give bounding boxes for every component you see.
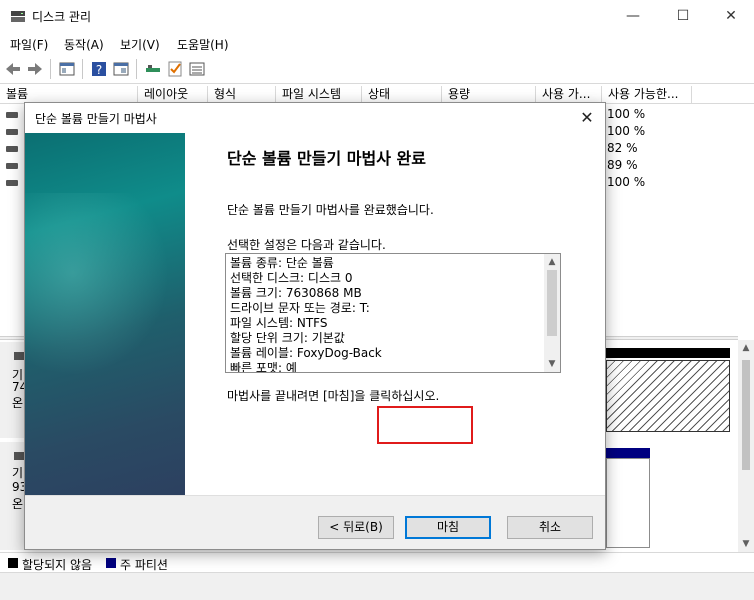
close-button[interactable]: ✕ (708, 0, 754, 32)
properties-icon[interactable] (112, 60, 130, 78)
free-percent-cell: 100 % (607, 175, 646, 189)
wizard-banner-image (25, 133, 185, 495)
dialog-footer: < 뒤로(B) 마침 취소 (25, 495, 605, 549)
disk-1-type: 기 (12, 466, 24, 480)
free-percent-cell: 89 % (607, 158, 638, 172)
wizard-heading: 단순 볼륨 만들기 마법사 완료 (227, 149, 426, 168)
summary-line: 드라이브 문자 또는 경로: T: (230, 301, 370, 315)
back-arrow-icon[interactable] (4, 60, 22, 78)
unallocated-partition[interactable] (606, 360, 730, 432)
new-simple-volume-wizard-dialog: 단순 볼륨 만들기 마법사 ✕ 단순 볼륨 만들기 마법사 완료 단순 볼륨 만… (24, 102, 606, 550)
toolbar-separator (82, 59, 83, 79)
check-icon[interactable] (166, 60, 184, 78)
settings-summary-box[interactable]: 볼륨 종류: 단순 볼륨 선택한 디스크: 디스크 0 볼륨 크기: 76308… (225, 253, 561, 373)
completed-text: 단순 볼륨 만들기 마법사를 완료했습니다. (227, 203, 434, 217)
legend-unallocated-swatch (8, 558, 18, 568)
free-percent-cell: 82 % (607, 141, 638, 155)
forward-arrow-icon[interactable] (26, 60, 44, 78)
toolbar-separator (50, 59, 51, 79)
banner-decoration (25, 193, 185, 393)
scroll-up-icon[interactable]: ▲ (544, 254, 560, 270)
free-percent-cell: 100 % (607, 107, 646, 121)
cancel-button[interactable]: 취소 (507, 516, 593, 539)
status-bar (0, 572, 754, 600)
help-icon[interactable]: ? (90, 60, 108, 78)
maximize-button[interactable]: ☐ (660, 0, 706, 32)
summary-line: 볼륨 크기: 7630868 MB (230, 286, 362, 300)
console-tree-icon[interactable] (58, 60, 76, 78)
disk-pane-scrollbar[interactable]: ▲ ▼ (738, 340, 754, 552)
finish-hint-text: 마법사를 끝내려면 [마침]을 클릭하십시오. (227, 389, 440, 403)
volume-drive-icon (6, 180, 18, 186)
summary-line: 볼륨 종류: 단순 볼륨 (230, 256, 334, 270)
scroll-down-icon[interactable]: ▼ (544, 356, 560, 372)
scrollbar-thumb[interactable] (547, 270, 557, 336)
dialog-title: 단순 볼륨 만들기 마법사 (35, 112, 157, 126)
finish-button[interactable]: 마침 (405, 516, 491, 539)
menu-action[interactable]: 동작(A) (64, 36, 104, 53)
summary-line: 선택한 디스크: 디스크 0 (230, 271, 353, 285)
connect-icon[interactable] (144, 60, 162, 78)
settings-intro-text: 선택한 설정은 다음과 같습니다. (227, 238, 386, 252)
legend-primary-swatch (106, 558, 116, 568)
toolbar-separator (136, 59, 137, 79)
volume-drive-icon (6, 112, 18, 118)
toolbar: ? (0, 54, 754, 84)
window-title: 디스크 관리 (32, 10, 92, 24)
summary-line: 할당 단위 크기: 기본값 (230, 331, 345, 345)
finish-button-highlight (377, 406, 473, 444)
menu-bar: 파일(F) 동작(A) 보기(V) 도움말(H) (0, 32, 754, 54)
scroll-down-icon[interactable]: ▼ (738, 536, 754, 552)
column-free-percent[interactable]: 사용 가능한... (602, 86, 692, 104)
volume-drive-icon (6, 129, 18, 135)
svg-text:?: ? (96, 63, 102, 77)
summary-line: 빠른 포맷: 예 (230, 361, 297, 373)
disk-0-status: 온 (12, 396, 24, 410)
legend-unallocated-label: 할당되지 않음 (22, 558, 93, 572)
free-percent-cell: 100 % (607, 124, 646, 138)
primary-partition-header (606, 448, 650, 458)
primary-partition[interactable] (606, 458, 650, 548)
summary-line: 볼륨 레이블: FoxyDog-Back (230, 346, 382, 360)
back-button[interactable]: < 뒤로(B) (318, 516, 394, 539)
scrollbar-thumb[interactable] (742, 360, 750, 470)
minimize-button[interactable]: — (610, 0, 656, 32)
summary-scrollbar[interactable]: ▲ ▼ (544, 254, 560, 372)
volume-drive-icon (6, 146, 18, 152)
menu-view[interactable]: 보기(V) (120, 36, 160, 53)
legend-bar: 할당되지 않음 주 파티션 (0, 552, 754, 572)
summary-line: 파일 시스템: NTFS (230, 316, 328, 330)
dialog-titlebar: 단순 볼륨 만들기 마법사 ✕ (25, 103, 605, 133)
dialog-close-icon[interactable]: ✕ (575, 107, 599, 129)
window-titlebar: 디스크 관리 — ☐ ✕ (0, 0, 754, 32)
dialog-body: 단순 볼륨 만들기 마법사 완료 단순 볼륨 만들기 마법사를 완료했습니다. … (25, 133, 605, 495)
legend-primary-label: 주 파티션 (120, 558, 168, 572)
volume-drive-icon (6, 163, 18, 169)
menu-help[interactable]: 도움말(H) (177, 36, 229, 53)
list-view-icon[interactable] (188, 60, 206, 78)
disk-1-status: 온 (12, 497, 24, 511)
disk-management-icon (11, 11, 25, 22)
scroll-up-icon[interactable]: ▲ (738, 340, 754, 356)
unallocated-partition-header (606, 348, 730, 358)
menu-file[interactable]: 파일(F) (10, 36, 48, 53)
